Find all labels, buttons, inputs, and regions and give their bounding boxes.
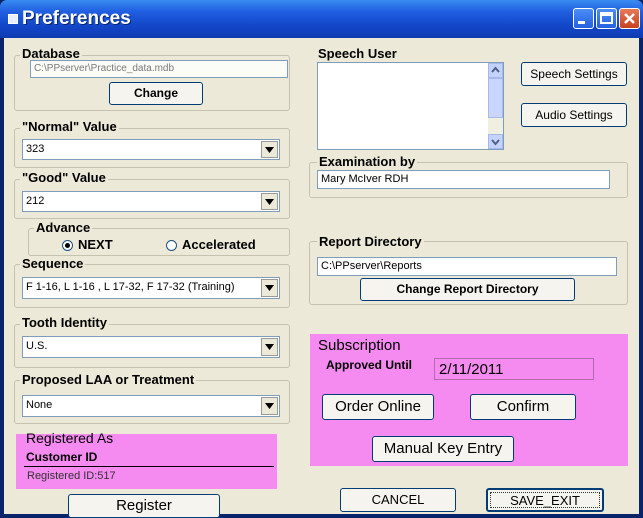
change-database-button[interactable]: Change: [109, 82, 203, 105]
good-value-text: 212: [26, 195, 45, 207]
preferences-window: Preferences Database C:\PPserver\Practic…: [0, 0, 643, 518]
scroll-down-button[interactable]: [488, 134, 503, 149]
proposed-label: Proposed LAA or Treatment: [20, 372, 197, 387]
chevron-down-icon: [265, 344, 274, 350]
save-exit-button[interactable]: SAVE_EXIT: [486, 488, 604, 512]
cancel-button[interactable]: CANCEL: [340, 488, 456, 512]
chevron-down-icon: [265, 403, 274, 409]
radio-selected-dot: [65, 243, 70, 248]
speech-user-label: Speech User: [316, 46, 399, 61]
chevron-down-icon: [265, 285, 274, 291]
audio-settings-button[interactable]: Audio Settings: [521, 103, 627, 127]
normal-value-label: "Normal" Value: [20, 119, 119, 134]
customer-id-divider: [24, 466, 274, 467]
advance-next-label[interactable]: NEXT: [78, 237, 113, 252]
proposed-dropdown-button[interactable]: [261, 397, 278, 415]
speech-user-scrollbar[interactable]: [488, 63, 503, 149]
examination-label: Examination by: [317, 154, 418, 169]
proposed-text: None: [26, 399, 53, 411]
good-value-select[interactable]: 212: [22, 191, 280, 212]
chevron-down-icon: [265, 147, 274, 153]
change-report-directory-button[interactable]: Change Report Directory: [360, 278, 575, 301]
normal-value-dropdown-button[interactable]: [261, 141, 278, 158]
proposed-select[interactable]: None: [22, 395, 280, 417]
register-button[interactable]: Register: [68, 494, 220, 518]
window-title: Preferences: [22, 8, 131, 29]
report-directory-field[interactable]: C:\PPserver\Reports: [317, 257, 617, 276]
sequence-label: Sequence: [20, 256, 86, 271]
chevron-down-icon: [265, 199, 274, 205]
chevron-up-icon: [491, 66, 500, 73]
dialog-body: Database C:\PPserver\Practice_data.mdb C…: [4, 38, 639, 518]
examination-field[interactable]: Mary McIver RDH: [317, 170, 610, 189]
chevron-down-icon: [491, 139, 500, 146]
tooth-identity-label: Tooth Identity: [20, 315, 109, 330]
close-icon: [624, 13, 635, 24]
tooth-identity-select[interactable]: U.S.: [22, 336, 280, 358]
minimize-icon: [578, 21, 585, 24]
maximize-icon: [600, 12, 613, 24]
report-directory-label: Report Directory: [317, 234, 424, 249]
speech-settings-button[interactable]: Speech Settings: [521, 62, 627, 86]
normal-value-text: 323: [26, 143, 45, 155]
tooth-identity-text: U.S.: [26, 340, 48, 352]
database-path-field: C:\PPserver\Practice_data.mdb: [30, 60, 288, 78]
advance-next-radio[interactable]: [62, 240, 73, 251]
sequence-select[interactable]: F 1-16, L 1-16 , L 17-32, F 17-32 (Train…: [22, 277, 280, 299]
customer-id-label: Customer ID: [26, 450, 98, 464]
approved-until-field: 2/11/2011: [434, 358, 594, 380]
scroll-thumb[interactable]: [488, 78, 503, 118]
title-bar[interactable]: Preferences: [0, 0, 643, 38]
subscription-label: Subscription: [318, 337, 401, 354]
registered-id-field: Registered ID:517: [24, 468, 274, 485]
window-icon: [8, 14, 18, 24]
normal-value-select[interactable]: 323: [22, 139, 280, 160]
maximize-button[interactable]: [596, 8, 617, 29]
tooth-identity-dropdown-button[interactable]: [261, 338, 278, 356]
approved-until-label: Approved Until: [326, 358, 412, 372]
advance-accelerated-radio[interactable]: [166, 240, 177, 251]
database-label: Database: [20, 46, 82, 61]
good-value-label: "Good" Value: [20, 170, 108, 185]
sequence-dropdown-button[interactable]: [261, 279, 278, 297]
good-value-dropdown-button[interactable]: [261, 193, 278, 210]
speech-user-list[interactable]: [317, 62, 504, 150]
advance-label: Advance: [34, 220, 93, 235]
confirm-button[interactable]: Confirm: [470, 394, 576, 420]
sequence-text: F 1-16, L 1-16 , L 17-32, F 17-32 (Train…: [26, 281, 235, 293]
close-button[interactable]: [619, 8, 640, 29]
minimize-button[interactable]: [573, 8, 594, 29]
registered-label: Registered As: [26, 430, 114, 446]
scroll-up-button[interactable]: [488, 63, 503, 78]
advance-accelerated-label[interactable]: Accelerated: [182, 237, 256, 252]
order-online-button[interactable]: Order Online: [322, 394, 434, 420]
manual-key-entry-button[interactable]: Manual Key Entry: [372, 436, 514, 462]
